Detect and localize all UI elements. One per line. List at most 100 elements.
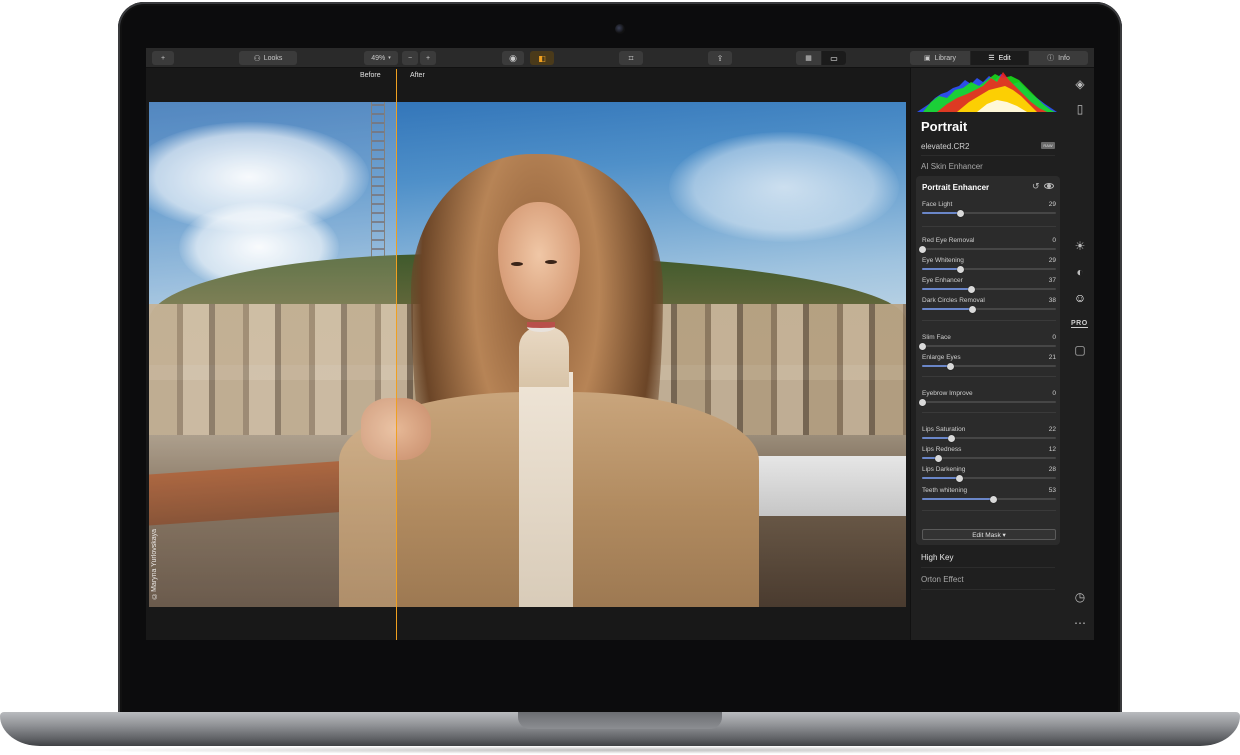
- slider-label: Enlarge Eyes: [922, 354, 961, 361]
- slider-knob[interactable]: [968, 285, 976, 293]
- slider-fill: [922, 477, 960, 479]
- single-view-button[interactable]: ▭: [821, 51, 846, 65]
- slider-track[interactable]: [922, 305, 1056, 313]
- slider-value: 38: [1048, 297, 1056, 304]
- slider-fill: [922, 268, 961, 270]
- palette-icon[interactable]: ◐: [1072, 264, 1088, 280]
- slider-knob[interactable]: [918, 398, 926, 406]
- briefcase-icon[interactable]: ▢: [1072, 342, 1088, 358]
- zoom-dropdown[interactable]: 49% ▾: [364, 51, 398, 65]
- crop-icon: ⌗: [628, 52, 634, 63]
- slider-track[interactable]: [922, 362, 1056, 370]
- share-button[interactable]: ⇪: [708, 51, 732, 65]
- slider-knob[interactable]: [947, 434, 955, 442]
- photo-watermark: ©Maryna Yurlovskaya: [151, 529, 158, 599]
- layers-icon[interactable]: ◈: [1072, 76, 1088, 92]
- history-clock-icon[interactable]: ◷: [1072, 589, 1088, 605]
- divider: [921, 567, 1055, 568]
- slider-label: Lips Darkening: [922, 466, 966, 473]
- slider-knob[interactable]: [956, 474, 964, 482]
- photo-neck: [519, 327, 569, 387]
- tab-edit[interactable]: ☰ Edit: [970, 51, 1028, 65]
- slider-fill: [922, 212, 961, 214]
- slider-track[interactable]: [922, 265, 1056, 273]
- slider-label: Eyebrow Improve: [922, 390, 973, 397]
- slider-knob[interactable]: [957, 265, 965, 273]
- zoom-out-button[interactable]: −: [402, 51, 418, 65]
- grid-icon: ▦: [805, 55, 812, 62]
- tab-library[interactable]: ▣ Library: [910, 51, 970, 65]
- slider-knob[interactable]: [957, 209, 965, 217]
- slider-knob[interactable]: [918, 245, 926, 253]
- slider-track[interactable]: [922, 474, 1056, 482]
- slider-fill: [922, 288, 972, 290]
- slider-fill: [922, 308, 973, 310]
- section-high-key[interactable]: High Key: [921, 553, 953, 562]
- crop-button[interactable]: ⌗: [619, 51, 643, 65]
- slider-label: Teeth whitening: [922, 487, 968, 494]
- tab-info[interactable]: ⓘ Info: [1028, 51, 1088, 65]
- slider-track[interactable]: [922, 285, 1056, 293]
- looks-label: Looks: [263, 54, 283, 62]
- slider-group-separator: [922, 226, 1056, 227]
- info-icon: ⓘ: [1047, 55, 1055, 62]
- compare-split-button[interactable]: ◧: [530, 51, 554, 65]
- slider-label: Dark Circles Removal: [922, 297, 985, 304]
- compare-header: Before After: [146, 68, 910, 82]
- raw-badge: RAW: [1041, 142, 1055, 149]
- zoom-value: 49%: [371, 54, 386, 62]
- slider-fill: [922, 498, 994, 500]
- slider-row: Enlarge Eyes 21: [922, 354, 1056, 370]
- slider-group-separator: [922, 510, 1056, 511]
- slider-row: Eye Whitening 29: [922, 257, 1056, 273]
- slider-knob[interactable]: [946, 362, 954, 370]
- laptop-notch: [518, 712, 722, 729]
- photo-eye: [511, 262, 523, 266]
- webcam-icon: [615, 24, 625, 34]
- slider-label: Lips Saturation: [922, 426, 966, 433]
- slider-track[interactable]: [922, 434, 1056, 442]
- slider-fill: [922, 365, 951, 367]
- zoom-in-button[interactable]: +: [420, 51, 436, 65]
- photo-canvas[interactable]: ©Maryna Yurlovskaya: [149, 102, 906, 607]
- slider-knob[interactable]: [934, 454, 942, 462]
- slider-value: 0: [1052, 237, 1056, 244]
- photo-sweater: [519, 372, 573, 607]
- laptop-shadow: [40, 746, 1200, 754]
- slider-value: 53: [1048, 487, 1056, 494]
- face-icon[interactable]: ☺: [1072, 290, 1088, 306]
- slider-track[interactable]: [918, 398, 1056, 406]
- visibility-eye-icon[interactable]: [1044, 183, 1054, 189]
- looks-button[interactable]: ⚇ Looks: [239, 51, 297, 65]
- slider-track[interactable]: [922, 495, 1056, 503]
- divider: [921, 155, 1055, 156]
- sun-icon[interactable]: ☀: [1072, 238, 1088, 254]
- slider-track[interactable]: [922, 209, 1056, 217]
- compare-split-handle[interactable]: [396, 69, 397, 640]
- photo-white-ledge: [739, 455, 906, 517]
- section-ai-skin-enhancer[interactable]: AI Skin Enhancer: [921, 162, 983, 171]
- slider-group-separator: [922, 320, 1056, 321]
- slider-track[interactable]: [918, 342, 1056, 350]
- edit-mask-button[interactable]: Edit Mask ▾: [922, 529, 1056, 540]
- divider: [921, 589, 1055, 590]
- edit-panel: Portrait elevated.CR2 RAW AI Skin Enhanc…: [910, 68, 1094, 640]
- tool-title[interactable]: Portrait Enhancer: [922, 183, 989, 192]
- slider-label: Lips Redness: [922, 446, 962, 453]
- slider-knob[interactable]: [969, 305, 977, 313]
- slider-track[interactable]: [918, 245, 1056, 253]
- more-dots-icon[interactable]: ⋯: [1072, 615, 1088, 631]
- preview-eye-button[interactable]: ◉: [502, 51, 524, 65]
- slider-track[interactable]: [922, 454, 1056, 462]
- section-orton-effect[interactable]: Orton Effect: [921, 575, 964, 584]
- slider-row: Teeth whitening 53: [922, 487, 1056, 503]
- sliders-icon: ☰: [988, 55, 995, 62]
- grid-view-button[interactable]: ▦: [796, 51, 821, 65]
- slider-knob[interactable]: [989, 495, 997, 503]
- pro-icon[interactable]: PRO: [1071, 320, 1088, 328]
- add-button[interactable]: +: [152, 51, 174, 65]
- compare-panels-icon[interactable]: ▯: [1072, 101, 1088, 117]
- undo-icon[interactable]: ↺: [1032, 181, 1040, 192]
- slider-knob[interactable]: [918, 342, 926, 350]
- slider-group-separator: [922, 412, 1056, 413]
